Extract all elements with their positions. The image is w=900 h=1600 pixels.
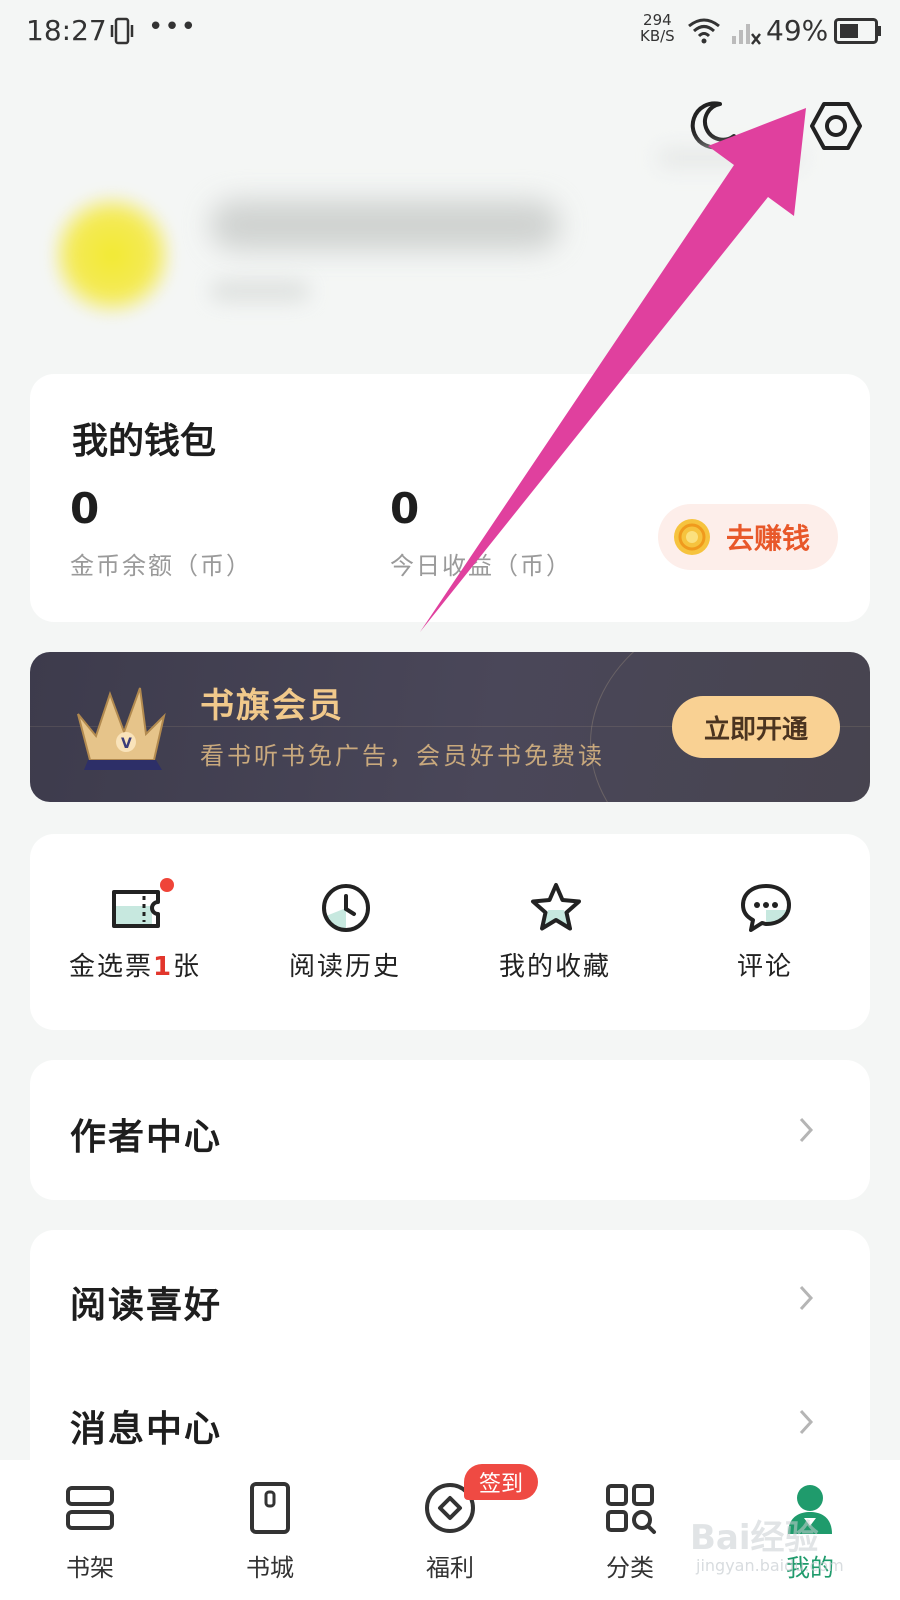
nav-bookstore[interactable]: 书城 xyxy=(180,1460,360,1600)
baidu-watermark: Bai经验 xyxy=(690,1518,819,1558)
svg-text:V: V xyxy=(121,736,132,752)
status-time: 18:27 xyxy=(26,14,107,47)
avatar[interactable] xyxy=(52,190,172,320)
clock-icon xyxy=(322,884,370,932)
net-speed-unit: KB/S xyxy=(640,27,675,45)
category-icon xyxy=(606,1484,656,1534)
battery-icon xyxy=(834,18,881,44)
coin-icon xyxy=(674,519,710,555)
today-income-value[interactable]: 0 xyxy=(390,484,419,533)
nav-bookshelf-label: 书架 xyxy=(66,1554,114,1582)
settings-list-card: 阅读喜好 消息中心 xyxy=(30,1230,870,1490)
blurred-username xyxy=(210,200,560,250)
nav-welfare[interactable]: 签到 福利 xyxy=(360,1460,540,1600)
reading-history-item[interactable]: 阅读历史 xyxy=(240,834,450,1030)
wallet-title: 我的钱包 xyxy=(72,421,217,462)
blurred-user-info xyxy=(210,280,310,302)
reading-preference-row[interactable]: 阅读喜好 xyxy=(30,1230,870,1360)
today-income-label: 今日收益（币） xyxy=(390,552,572,580)
status-bar: 18:27 ••• 294 KB/S 49% xyxy=(0,0,900,64)
comment-icon xyxy=(741,884,791,932)
chevron-right-icon xyxy=(799,1285,814,1311)
gold-ticket-label-prefix: 金选票 xyxy=(68,952,153,982)
settings-icon[interactable] xyxy=(808,98,864,154)
baidu-watermark-url: jingyan.baidu.com xyxy=(696,1556,844,1575)
nav-welfare-label: 福利 xyxy=(426,1554,474,1582)
my-favorites-label: 我的收藏 xyxy=(498,952,611,982)
blurred-header-detail xyxy=(660,150,800,166)
sign-in-badge[interactable]: 签到 xyxy=(464,1464,538,1500)
moon-icon[interactable] xyxy=(686,98,740,152)
crown-icon: V xyxy=(77,687,166,770)
reading-preference-label: 阅读喜好 xyxy=(70,1285,223,1326)
notification-dot xyxy=(160,878,174,892)
coin-balance-label: 金币余额（币） xyxy=(70,552,252,580)
nav-bookshelf[interactable]: 书架 xyxy=(0,1460,180,1600)
earn-money-button[interactable]: 去赚钱 xyxy=(658,504,838,570)
vip-membership-banner[interactable]: V 书旗会员 看书听书免广告，会员好书免费读 立即开通 xyxy=(30,652,870,802)
message-center-label: 消息中心 xyxy=(70,1409,223,1450)
author-center-row[interactable]: 作者中心 xyxy=(30,1060,870,1200)
net-speed-value: 294 xyxy=(643,11,672,29)
author-center-label: 作者中心 xyxy=(70,1117,223,1158)
reading-history-label: 阅读历史 xyxy=(288,952,401,982)
gold-ticket-label: 金选票1张 xyxy=(30,946,240,983)
nav-bookstore-label: 书城 xyxy=(246,1554,294,1582)
wifi-icon xyxy=(688,18,720,44)
open-vip-button[interactable]: 立即开通 xyxy=(672,696,840,758)
gold-ticket-count: 1 xyxy=(152,952,174,982)
bookshelf-icon xyxy=(66,1486,114,1530)
vip-title: 书旗会员 xyxy=(200,686,344,726)
coin-balance-value[interactable]: 0 xyxy=(70,484,99,533)
vibrate-icon xyxy=(110,17,134,45)
battery-percent: 49% xyxy=(766,14,829,47)
chevron-right-icon xyxy=(799,1409,814,1435)
ticket-icon xyxy=(112,890,160,928)
star-icon xyxy=(531,883,581,931)
wallet-card: 我的钱包 0 金币余额（币） 0 今日收益（币） 去赚钱 xyxy=(30,374,870,622)
quick-actions-card: 金选票1张 阅读历史 我的收藏 评论 xyxy=(30,834,870,1030)
vip-description: 看书听书免广告，会员好书免费读 xyxy=(200,742,605,770)
gold-ticket-label-suffix: 张 xyxy=(173,952,202,982)
comments-item[interactable]: 评论 xyxy=(660,834,870,1030)
comments-label: 评论 xyxy=(736,952,793,982)
my-favorites-item[interactable]: 我的收藏 xyxy=(450,834,660,1030)
earn-money-label: 去赚钱 xyxy=(726,522,811,555)
bookstore-icon xyxy=(250,1482,290,1534)
chevron-right-icon xyxy=(799,1117,814,1143)
more-dots-icon: ••• xyxy=(148,12,198,42)
gold-ticket-item[interactable]: 金选票1张 xyxy=(30,834,240,1030)
net-speed: 294 KB/S xyxy=(640,12,675,44)
signal-icon xyxy=(732,24,761,45)
